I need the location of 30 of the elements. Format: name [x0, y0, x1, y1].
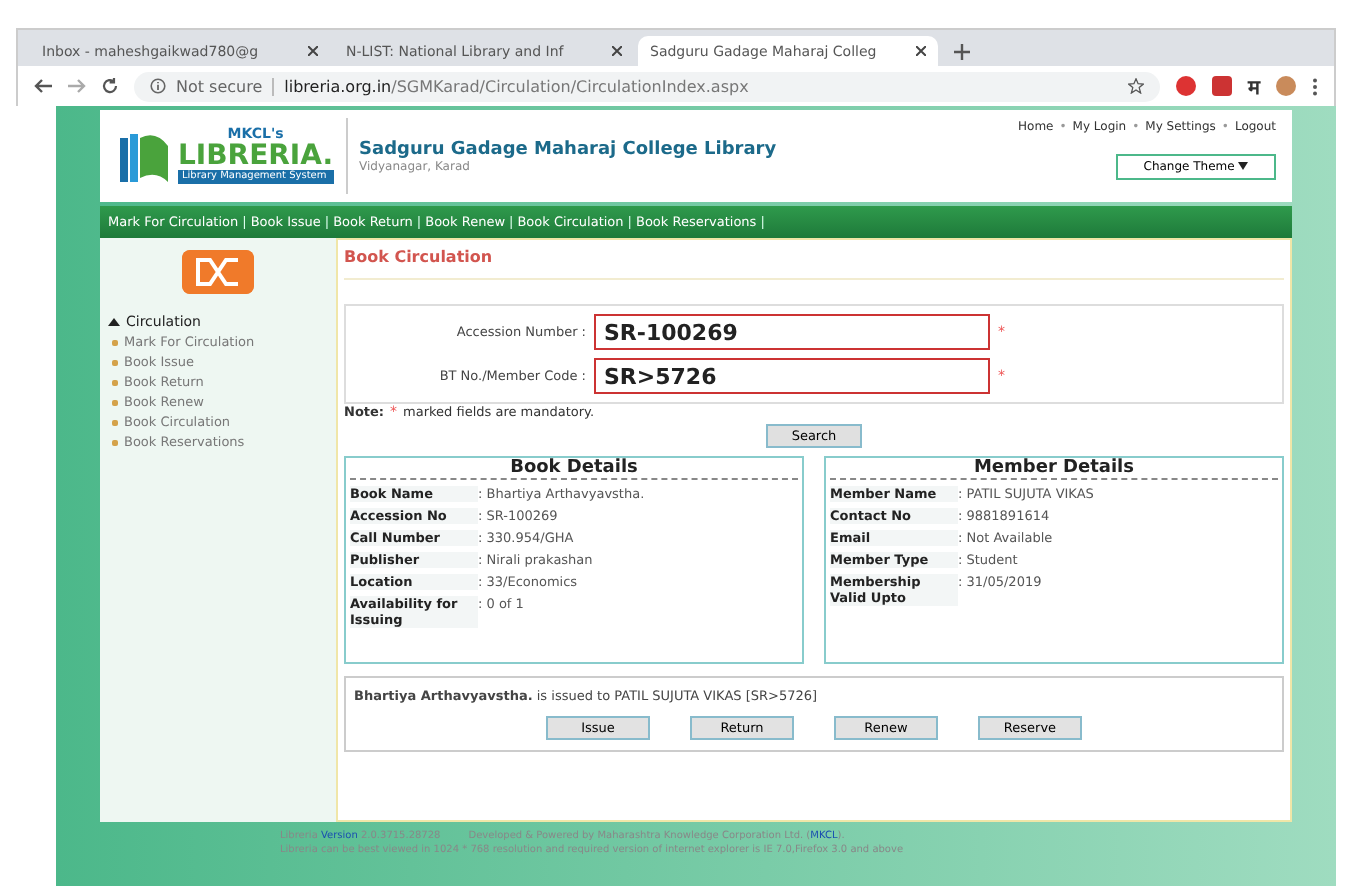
- close-icon[interactable]: [612, 46, 622, 56]
- star-icon[interactable]: [1128, 78, 1144, 94]
- panel-title: Book Details: [350, 458, 798, 480]
- bullet-icon: [112, 379, 118, 385]
- reload-icon[interactable]: [102, 78, 118, 94]
- page-title: Book Circulation: [344, 248, 1284, 280]
- menu-icon[interactable]: [1312, 77, 1318, 95]
- close-icon[interactable]: [308, 46, 318, 56]
- back-icon[interactable]: [34, 78, 52, 94]
- college-name: Sadguru Gadage Maharaj College Library: [359, 139, 779, 159]
- collapse-arrow-icon[interactable]: [108, 318, 120, 326]
- extension-letter[interactable]: म: [1248, 72, 1260, 100]
- plus-icon[interactable]: [954, 44, 970, 60]
- security-label: Not secure: [176, 77, 263, 95]
- bullet-icon: [112, 359, 118, 365]
- url-text: libreria.org.in/SGMKarad/Circulation/CirculationIndex.aspx: [284, 77, 749, 95]
- avatar-icon[interactable]: [1276, 76, 1296, 96]
- dc-logo-icon: [182, 250, 254, 294]
- close-icon[interactable]: [916, 46, 926, 56]
- bullet-icon: [112, 419, 118, 425]
- bullet-icon: [112, 339, 118, 345]
- panel-title: Member Details: [830, 458, 1278, 480]
- input-field[interactable]: SR>5726: [594, 358, 990, 394]
- bullet-icon: [112, 399, 118, 405]
- address-bar[interactable]: Not secure libreria.org.in/SGMKarad/Circulation/CirculationIndex.aspx: [134, 71, 1160, 101]
- bullet-icon: [112, 439, 118, 445]
- caret-icon: [1238, 162, 1249, 170]
- input-field[interactable]: SR-100269: [594, 314, 990, 350]
- info-icon[interactable]: [150, 78, 166, 94]
- logo-text: LIBRERIA.: [178, 142, 334, 170]
